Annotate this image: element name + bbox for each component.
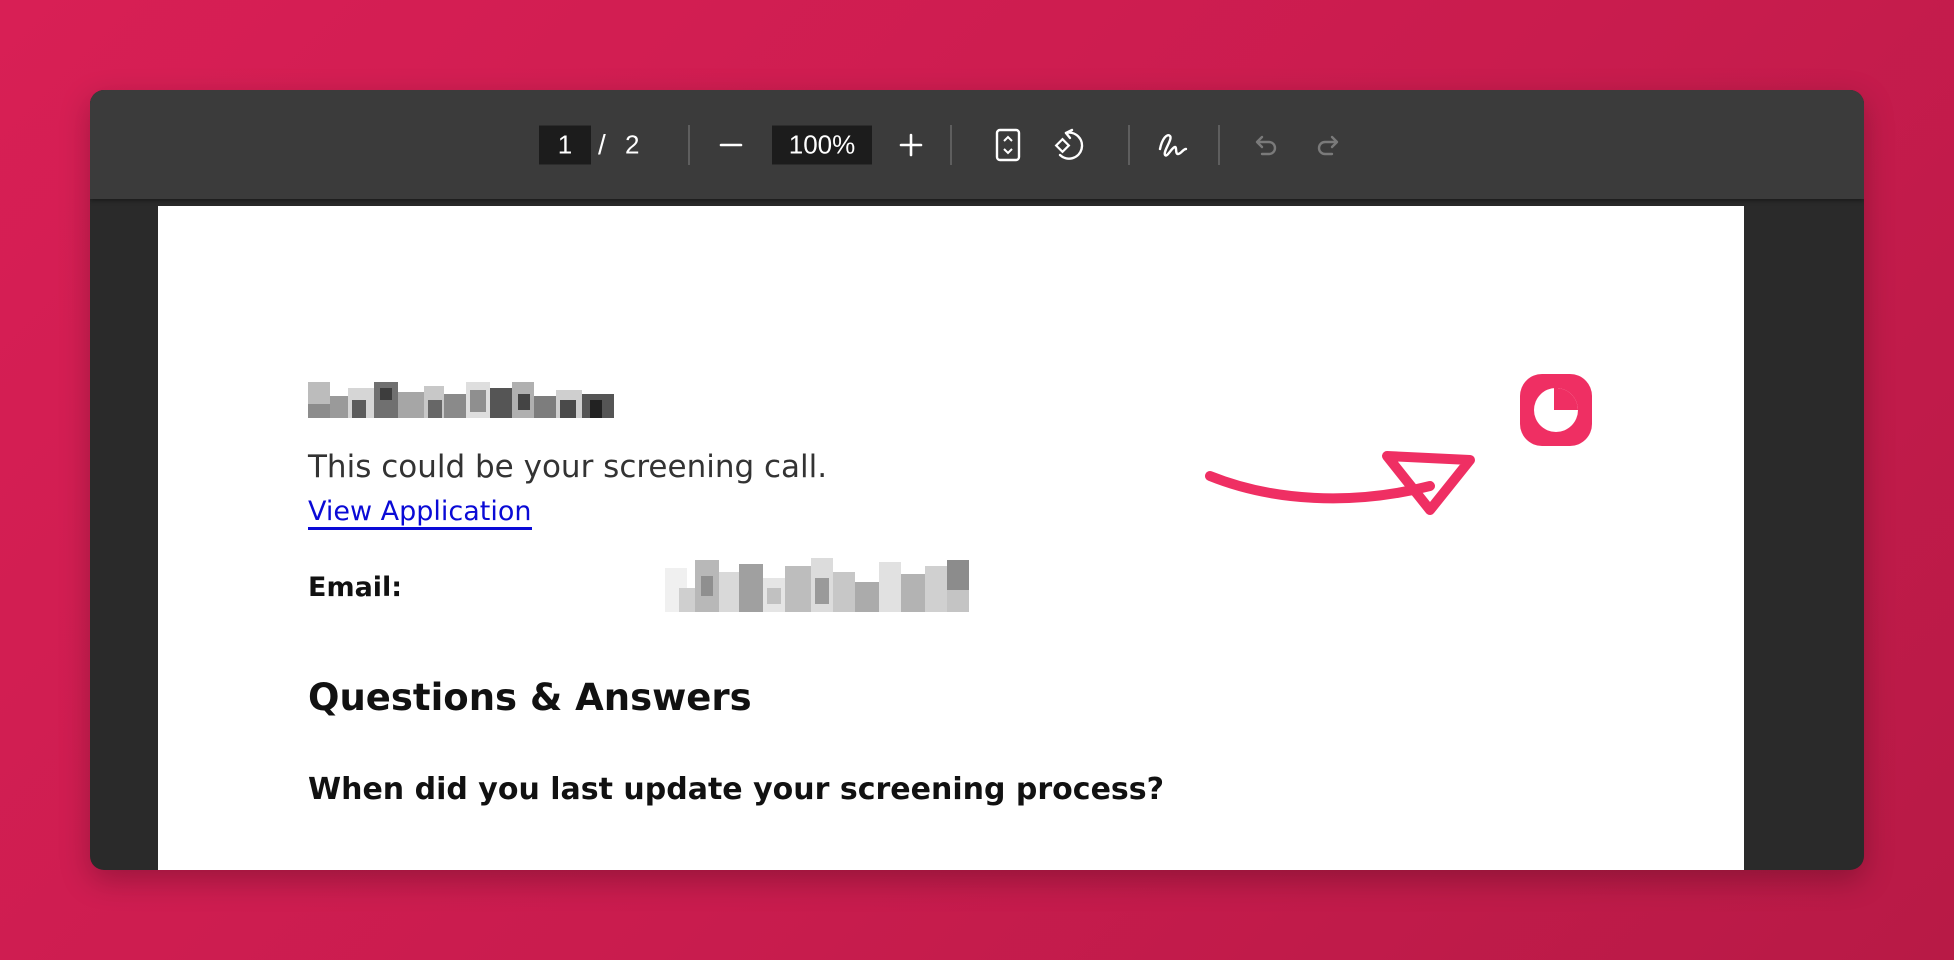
toolbar-divider [688,124,690,165]
zoom-in-icon [899,133,923,156]
redo-icon [1317,135,1339,155]
total-pages: 2 [625,129,640,159]
email-label: Email: [308,572,403,603]
draw-icon [1158,133,1188,157]
page-separator: / [598,128,606,160]
zoom-out-icon [719,143,743,146]
brand-logo-icon [1520,374,1592,446]
redacted-name [308,382,614,418]
view-application-link[interactable]: View Application [308,496,532,530]
screening-subtitle: This could be your screening call. [308,449,828,485]
question-text: When did you last update your screening … [308,772,1165,807]
undo-icon [1255,135,1277,155]
toolbar-divider [1128,124,1130,165]
page-number-input[interactable]: 1 [539,125,591,164]
questions-answers-heading: Questions & Answers [308,676,752,719]
pdf-viewer: 1 / 2 100% This could be your screening … [90,90,1864,870]
redacted-email [665,558,969,612]
zoom-out-button[interactable] [711,125,751,165]
zoom-in-button[interactable] [891,125,931,165]
pdf-page: This could be your screening call. View … [158,206,1744,870]
rotate-button[interactable] [1050,125,1090,165]
toolbar-divider [1218,124,1220,165]
toolbar-divider [950,124,952,165]
rotate-icon [1054,128,1084,160]
draw-button[interactable] [1153,125,1193,165]
fit-page-button[interactable] [988,125,1028,165]
toolbar: 1 / 2 100% [90,90,1864,199]
fit-page-icon [995,128,1021,161]
redo-button[interactable] [1309,125,1349,165]
arrow-icon [1205,451,1475,515]
zoom-input[interactable]: 100% [772,125,872,164]
undo-button[interactable] [1245,125,1285,165]
